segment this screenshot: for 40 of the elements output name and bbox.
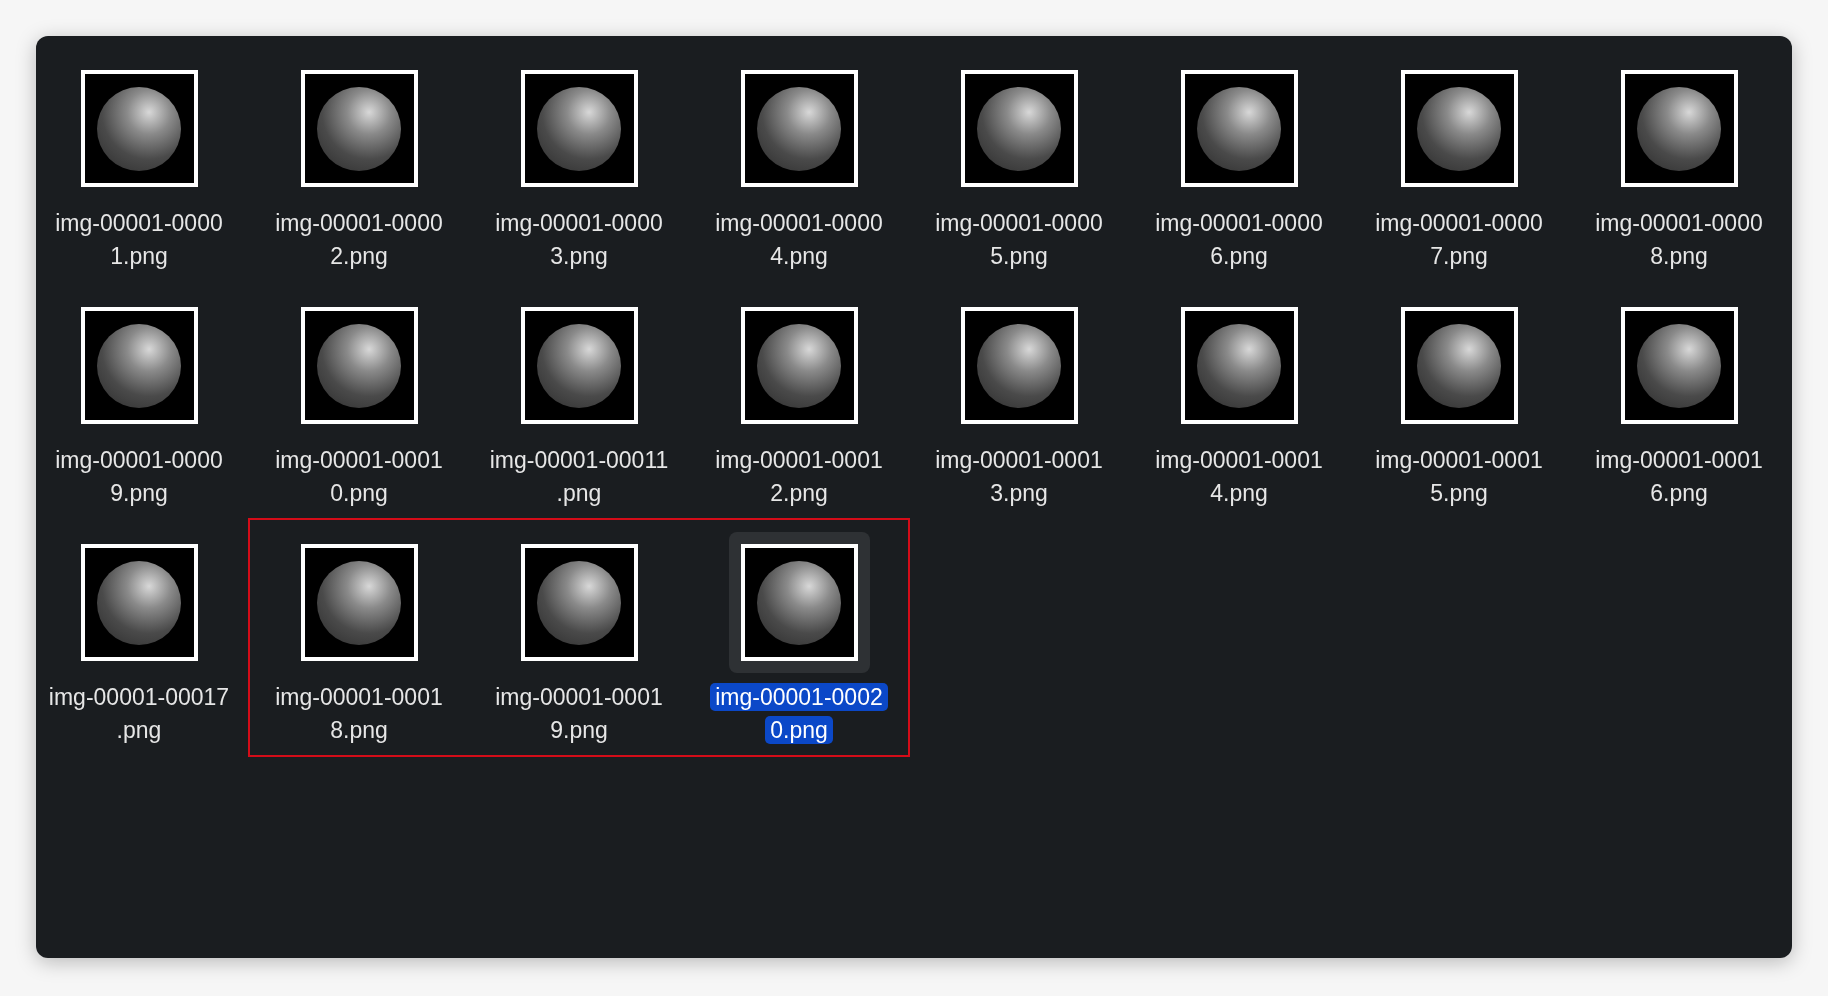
file-name[interactable]: img-00001-0000 7.png [1370,207,1548,273]
image-thumbnail[interactable] [80,70,198,187]
file-name[interactable]: img-00001-0000 5.png [930,207,1108,273]
image-thumbnail[interactable] [80,307,198,424]
image-thumbnail[interactable] [960,70,1078,187]
image-thumbnail[interactable] [520,70,638,187]
image-thumbnail[interactable] [300,307,418,424]
image-thumbnail[interactable] [1180,307,1298,424]
file-name[interactable]: img-00001-0001 4.png [1150,444,1328,510]
image-thumbnail[interactable] [300,70,418,187]
file-name[interactable]: img-00001-0000 9.png [50,444,228,510]
file-name[interactable]: img-00001-0000 2.png [270,207,448,273]
image-thumbnail[interactable] [960,307,1078,424]
file-name[interactable]: img-00001-0001 8.png [270,681,448,747]
file-name[interactable]: img-00001-0002 0.png [710,681,888,747]
image-thumbnail[interactable] [1400,70,1518,187]
file-name[interactable]: img-00001-0001 5.png [1370,444,1548,510]
file-name[interactable]: img-00001-0000 3.png [490,207,668,273]
image-thumbnail[interactable] [1400,307,1518,424]
image-thumbnail[interactable] [740,70,858,187]
file-name[interactable]: img-00001-0000 4.png [710,207,888,273]
file-name[interactable]: img-00001-0001 0.png [270,444,448,510]
file-name[interactable]: img-00001-0000 1.png [50,207,228,273]
file-name[interactable]: img-00001-0001 2.png [710,444,888,510]
image-thumbnail[interactable] [740,544,858,661]
file-name[interactable]: img-00001-0001 6.png [1590,444,1768,510]
file-name[interactable]: img-00001-0000 6.png [1150,207,1328,273]
image-thumbnail[interactable] [520,307,638,424]
file-name[interactable]: img-00001-00011 .png [484,444,674,510]
file-name[interactable]: img-00001-0000 8.png [1590,207,1768,273]
image-thumbnail[interactable] [80,544,198,661]
file-name[interactable]: img-00001-0001 3.png [930,444,1108,510]
image-thumbnail[interactable] [520,544,638,661]
image-thumbnail[interactable] [1620,307,1738,424]
image-thumbnail[interactable] [1620,70,1738,187]
file-name[interactable]: img-00001-0001 9.png [490,681,668,747]
image-thumbnail[interactable] [300,544,418,661]
image-thumbnail[interactable] [740,307,858,424]
image-thumbnail[interactable] [1180,70,1298,187]
file-name[interactable]: img-00001-00017 .png [43,681,235,747]
